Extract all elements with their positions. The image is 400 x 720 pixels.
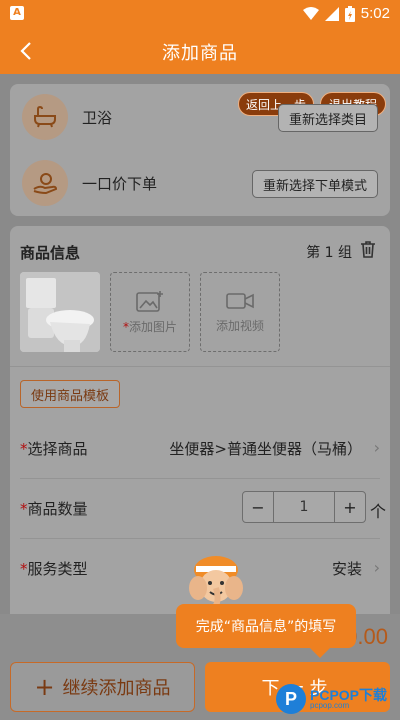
- clock: 5:02: [360, 5, 390, 22]
- product-image-thumbnail[interactable]: [20, 272, 100, 352]
- toilet-image: [20, 272, 100, 352]
- chevron-right-icon: ›: [373, 438, 380, 457]
- plus-icon: +: [34, 673, 55, 701]
- watermark-logo: P: [276, 684, 306, 714]
- quantity-unit: 个: [369, 502, 386, 521]
- chevron-right-icon: ›: [373, 558, 380, 577]
- add-image-icon: [136, 290, 163, 312]
- reselect-category-button[interactable]: 重新选择类目: [277, 104, 378, 132]
- quantity-label: 商品数量: [27, 500, 88, 518]
- continue-add-label: 继续添加商品: [62, 678, 171, 699]
- category-card: 返回上一步 退出教程 卫浴 重新选择类目 一口价下单 重新选择下单模式: [10, 84, 390, 216]
- wifi-icon: [302, 6, 319, 20]
- category-row: 卫浴: [22, 94, 112, 140]
- order-mode-name: 一口价下单: [82, 174, 158, 193]
- service-type-value: 安装: [331, 560, 362, 578]
- service-type-label: 服务类型: [27, 560, 88, 578]
- select-product-row[interactable]: *选择商品 坐便器>普通坐便器（马桶） ›: [20, 418, 380, 478]
- signal-icon: [324, 6, 339, 21]
- battery-icon: [344, 5, 355, 22]
- watermark-subtext: pcpop.com: [310, 701, 350, 710]
- watermark-text: PCPOP下载: [310, 687, 388, 703]
- add-video-label: 添加视频: [215, 318, 264, 333]
- increment-button[interactable]: +: [335, 492, 365, 522]
- app-notification-icon: A: [10, 6, 24, 20]
- group-label: 第 1 组: [306, 245, 352, 261]
- required-mark: *: [20, 440, 28, 458]
- trash-icon[interactable]: [360, 240, 376, 258]
- add-image-label: 添加图片: [128, 319, 177, 334]
- required-mark: *: [20, 500, 28, 518]
- decrement-button[interactable]: −: [243, 492, 273, 522]
- quantity-stepper: − 1 +: [242, 491, 366, 523]
- quantity-input[interactable]: 1: [273, 492, 335, 522]
- content-area: 返回上一步 退出教程 卫浴 重新选择类目 一口价下单 重新选择下单模式 商品信息…: [0, 74, 400, 614]
- watermark: P PCPOP下载 pcpop.com: [276, 682, 396, 716]
- mascot-icon: [189, 556, 243, 610]
- select-product-label: 选择商品: [27, 440, 88, 458]
- status-bar: A 5:02: [0, 0, 400, 28]
- divider: [10, 366, 390, 367]
- select-product-value: 坐便器>普通坐便器（马桶）: [169, 440, 362, 458]
- required-mark: *: [20, 560, 28, 578]
- product-info-title: 商品信息: [20, 244, 81, 262]
- category-name: 卫浴: [82, 108, 113, 127]
- reselect-order-mode-button[interactable]: 重新选择下单模式: [251, 170, 378, 198]
- add-image-slot[interactable]: *添加图片: [110, 272, 190, 352]
- continue-add-product-button[interactable]: + 继续添加商品: [10, 662, 195, 712]
- quantity-row: *商品数量 − 1 + 个: [20, 478, 386, 538]
- order-mode-row: 一口价下单: [22, 160, 157, 206]
- use-template-button[interactable]: 使用商品模板: [20, 380, 121, 408]
- app-header: 添加商品: [0, 28, 400, 74]
- hand-money-icon: [22, 160, 68, 206]
- bathtub-icon: [22, 94, 68, 140]
- video-camera-icon: [226, 292, 254, 309]
- tutorial-hint-bubble: 完成“商品信息”的填写: [176, 604, 356, 658]
- page-title: 添加商品: [162, 43, 238, 64]
- add-video-slot[interactable]: 添加视频: [200, 272, 280, 352]
